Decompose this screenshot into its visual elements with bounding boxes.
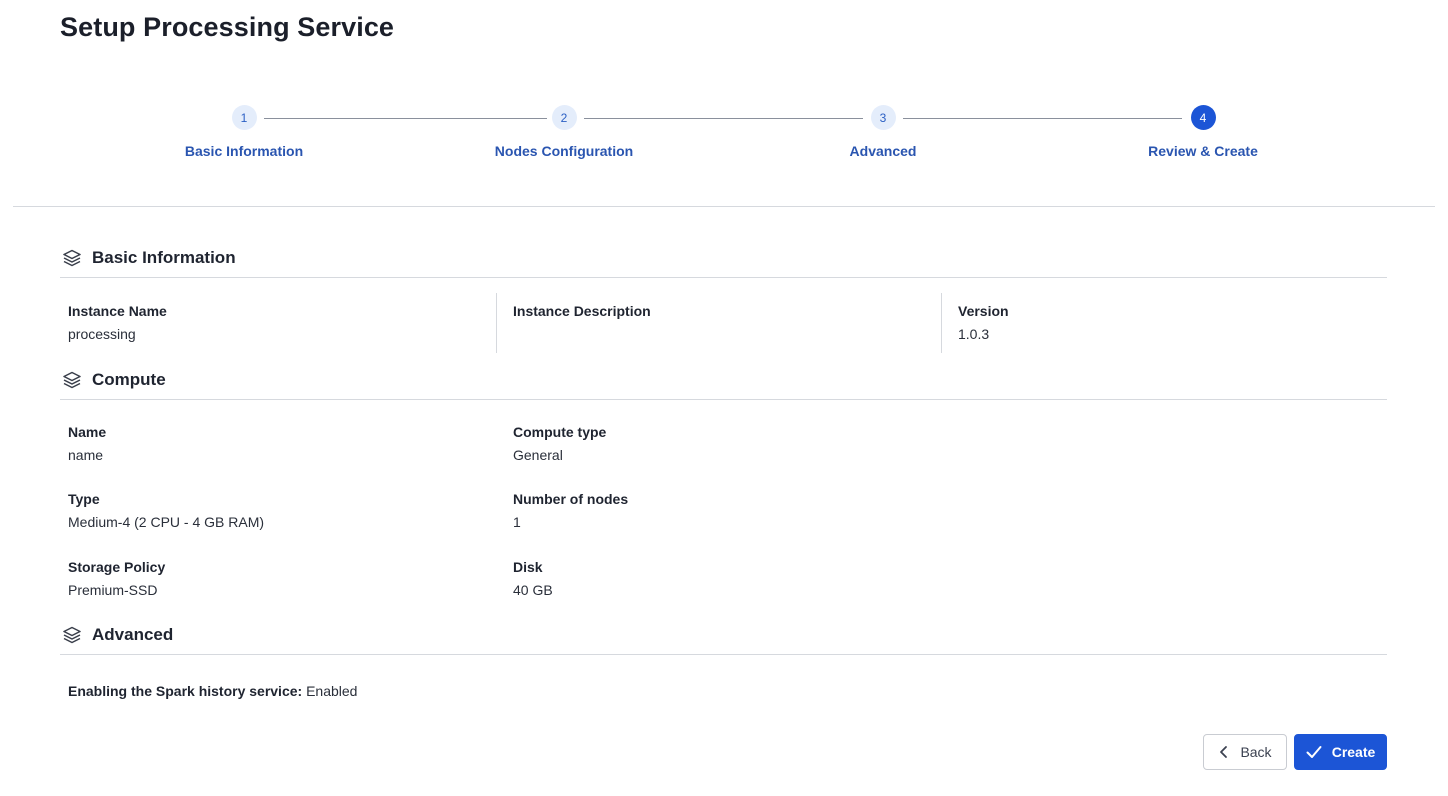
step-review-create[interactable]: 4 Review & Create (1103, 105, 1303, 159)
section-header-compute: Compute (60, 360, 1387, 400)
field-spark-history: Enabling the Spark history service: Enab… (68, 683, 357, 699)
layers-icon (63, 371, 81, 388)
field-label: Compute type (513, 424, 607, 440)
step-number-active: 4 (1190, 105, 1216, 130)
column-divider (941, 293, 942, 353)
field-number-of-nodes: Number of nodes 1 (513, 491, 628, 530)
page-title: Setup Processing Service (60, 12, 395, 42)
field-storage-policy: Storage Policy Premium-SSD (68, 559, 165, 598)
field-value: General (513, 447, 563, 463)
step-number: 1 (231, 105, 257, 130)
field-value: 40 GB (513, 582, 553, 598)
step-nodes-configuration[interactable]: 2 Nodes Configuration (464, 105, 664, 159)
field-label: Name (68, 424, 107, 440)
field-label: Type (68, 491, 100, 507)
field-value: Premium-SSD (68, 582, 158, 598)
field-instance-name: Instance Name processing (68, 303, 167, 342)
field-label: Number of nodes (513, 491, 629, 507)
section-title: Advanced (92, 624, 174, 644)
field-value: 1 (513, 514, 521, 530)
field-label: Instance Name (68, 303, 167, 319)
field-label: Enabling the Spark history service: (68, 683, 303, 699)
stepper-divider (13, 206, 1435, 207)
field-value: Enabled (306, 683, 358, 699)
back-button[interactable]: Back (1203, 734, 1287, 770)
check-icon (1306, 746, 1322, 758)
step-label: Review & Create (1148, 143, 1258, 159)
field-name: Name name (68, 424, 106, 463)
field-version: Version 1.0.3 (958, 303, 1009, 342)
field-value: Medium-4 (2 CPU - 4 GB RAM) (68, 514, 265, 530)
step-label: Nodes Configuration (494, 143, 634, 159)
step-number: 3 (870, 105, 896, 130)
field-disk: Disk 40 GB (513, 559, 553, 598)
layers-icon (63, 249, 81, 266)
field-label: Storage Policy (68, 559, 166, 575)
step-basic-information[interactable]: 1 Basic Information (144, 105, 344, 159)
field-label: Disk (513, 559, 543, 575)
layers-icon (63, 626, 81, 643)
create-button[interactable]: Create (1294, 734, 1387, 770)
step-label: Basic Information (184, 143, 304, 159)
field-type: Type Medium-4 (2 CPU - 4 GB RAM) (68, 491, 264, 530)
section-header-basic: Basic Information (60, 238, 1387, 278)
step-advanced[interactable]: 3 Advanced (783, 105, 983, 159)
field-value: 1.0.3 (958, 326, 990, 342)
back-button-label: Back (1240, 744, 1272, 760)
field-label: Version (958, 303, 1009, 319)
field-value: name (68, 447, 104, 463)
chevron-left-icon (1220, 746, 1228, 758)
field-compute-type: Compute type General (513, 424, 606, 463)
section-title: Basic Information (92, 247, 236, 267)
field-label: Instance Description (513, 303, 651, 319)
section-title: Compute (92, 369, 166, 389)
step-label: Advanced (849, 143, 917, 159)
field-value: processing (68, 326, 136, 342)
step-number: 2 (551, 105, 577, 130)
field-instance-description: Instance Description (513, 303, 651, 326)
section-header-advanced: Advanced (60, 615, 1387, 655)
column-divider (496, 293, 497, 353)
create-button-label: Create (1331, 744, 1376, 760)
